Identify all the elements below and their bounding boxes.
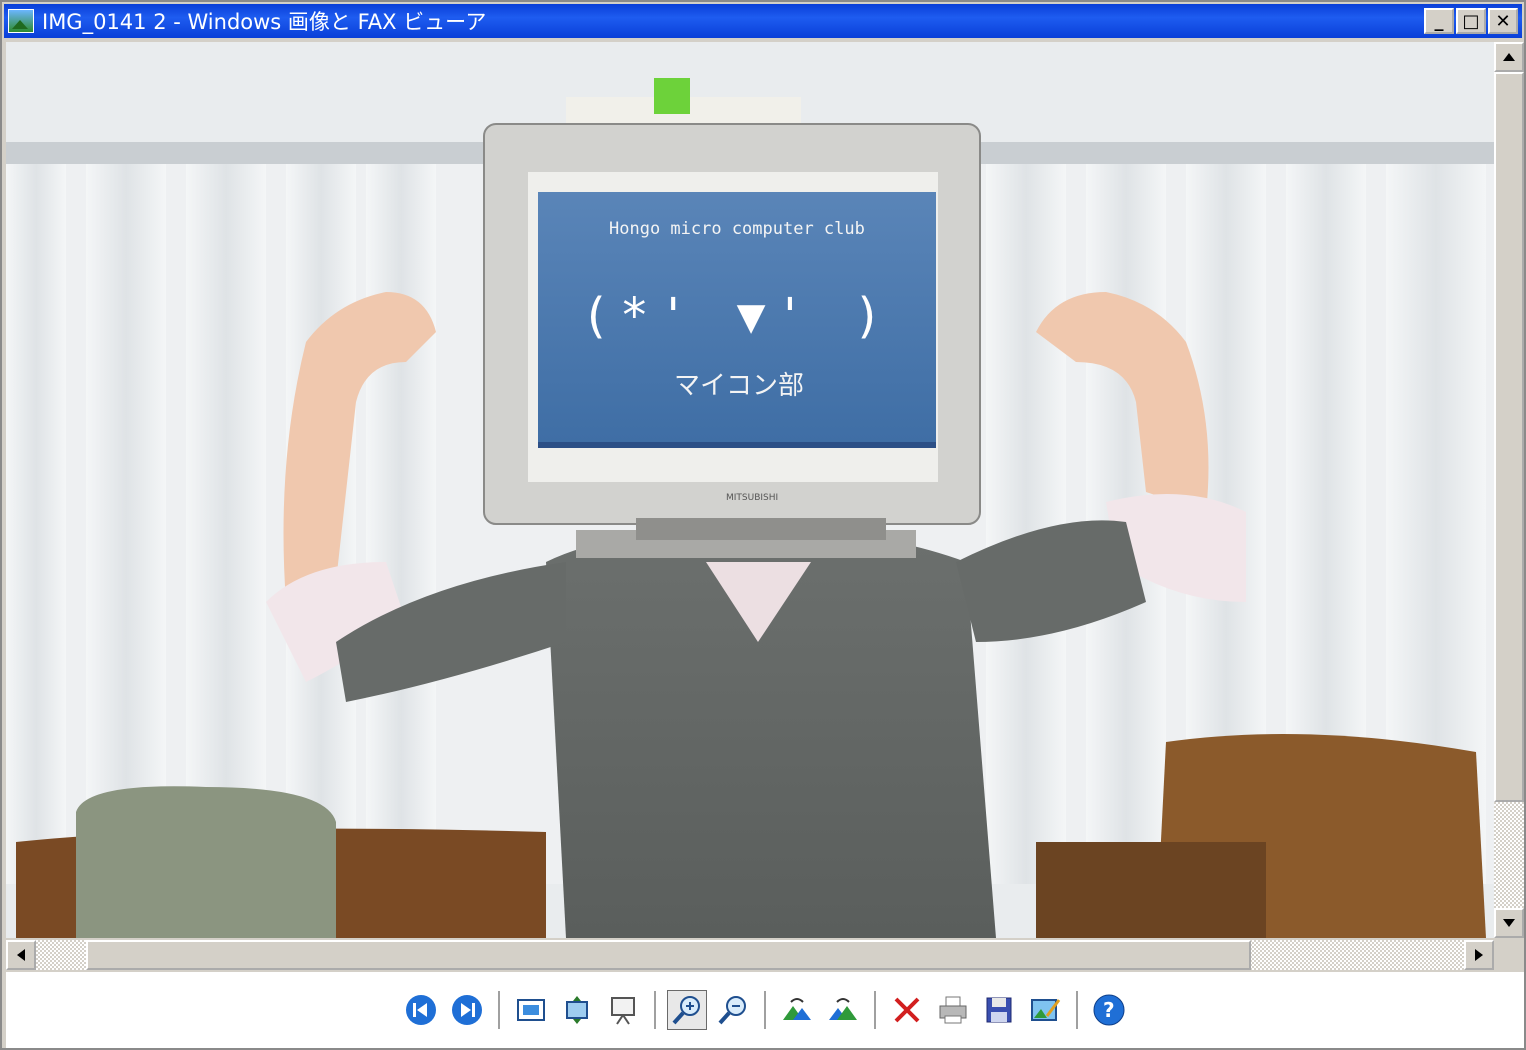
close-button[interactable]: ✕ <box>1488 8 1518 34</box>
horizontal-scroll-thumb[interactable] <box>86 940 1251 970</box>
toolbar-separator <box>874 991 876 1029</box>
help-icon: ? <box>1093 994 1125 1026</box>
arrow-up-icon <box>1503 53 1515 61</box>
scrollbar-corner <box>1494 940 1524 970</box>
window-controls: _ □ ✕ <box>1424 8 1518 34</box>
best-fit-icon <box>517 999 545 1021</box>
actual-size-icon <box>566 996 588 1024</box>
app-icon[interactable] <box>8 9 34 33</box>
best-fit-button[interactable] <box>511 990 551 1030</box>
zoom-out-button[interactable] <box>713 990 753 1030</box>
minimize-button[interactable]: _ <box>1424 8 1454 34</box>
rotate-counterclockwise-icon <box>829 998 857 1020</box>
next-image-button[interactable] <box>447 990 487 1030</box>
photo: MITSUBISHI Hongo micro computer club (*'… <box>6 42 1494 938</box>
print-icon <box>939 996 967 1024</box>
toolbar-separator <box>764 991 766 1029</box>
arrow-left-icon <box>17 949 25 961</box>
save-button[interactable] <box>979 990 1019 1030</box>
toolbar-separator <box>654 991 656 1029</box>
rotate-clockwise-icon <box>783 998 811 1020</box>
rotate-counterclockwise-button[interactable] <box>823 990 863 1030</box>
toolbar-separator <box>1076 991 1078 1029</box>
toolbar-separator <box>498 991 500 1029</box>
svg-text:?: ? <box>1103 998 1115 1022</box>
edit-button[interactable] <box>1025 990 1065 1030</box>
previous-icon <box>406 995 436 1025</box>
title-bar[interactable]: IMG_0141 2 - Windows 画像と FAX ビューア _ □ ✕ <box>4 4 1522 38</box>
arrow-down-icon <box>1503 919 1515 927</box>
scroll-up-button[interactable] <box>1494 42 1524 72</box>
rotate-clockwise-button[interactable] <box>777 990 817 1030</box>
screen-emoticon: (*' ▼' ) <box>581 288 892 344</box>
image-viewport[interactable]: MITSUBISHI Hongo micro computer club (*'… <box>6 42 1494 938</box>
viewer-toolbar: ? <box>6 972 1524 1048</box>
save-icon <box>986 997 1012 1023</box>
screen-label: マイコン部 <box>674 371 804 401</box>
monitor-brand: MITSUBISHI <box>726 493 778 503</box>
print-button[interactable] <box>933 990 973 1030</box>
slideshow-button[interactable] <box>603 990 643 1030</box>
zoom-in-button[interactable] <box>667 990 707 1030</box>
delete-icon <box>894 997 920 1023</box>
screen-text: Hongo micro computer club <box>609 219 865 239</box>
arrow-right-icon <box>1475 949 1483 961</box>
viewer-window: IMG_0141 2 - Windows 画像と FAX ビューア _ □ ✕ <box>0 0 1526 1050</box>
scroll-left-button[interactable] <box>6 940 36 970</box>
slideshow-icon <box>611 997 635 1025</box>
edit-icon <box>1031 999 1061 1021</box>
vertical-scroll-thumb[interactable] <box>1494 72 1524 802</box>
help-button[interactable]: ? <box>1089 990 1129 1030</box>
delete-button[interactable] <box>887 990 927 1030</box>
next-icon <box>452 995 482 1025</box>
window-title: IMG_0141 2 - Windows 画像と FAX ビューア <box>42 10 487 34</box>
zoom-in-icon <box>672 996 700 1025</box>
horizontal-scrollbar[interactable] <box>6 940 1494 970</box>
scroll-down-button[interactable] <box>1494 908 1524 938</box>
vertical-scrollbar[interactable] <box>1494 42 1524 938</box>
actual-size-button[interactable] <box>557 990 597 1030</box>
maximize-button[interactable]: □ <box>1456 8 1486 34</box>
previous-image-button[interactable] <box>401 990 441 1030</box>
scroll-right-button[interactable] <box>1464 940 1494 970</box>
zoom-out-icon <box>718 996 746 1025</box>
